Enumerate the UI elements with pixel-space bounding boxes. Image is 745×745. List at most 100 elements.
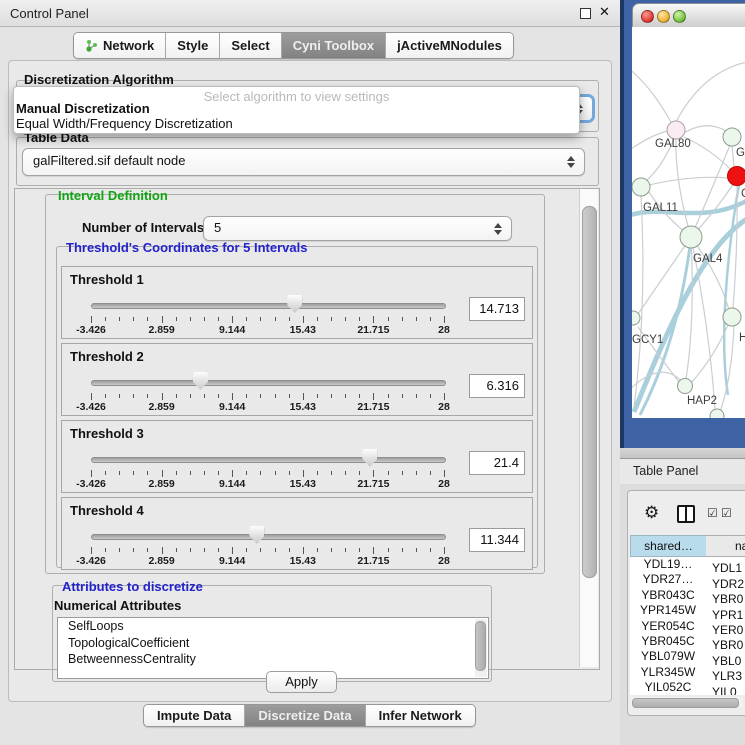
slider-tick-label: 21.715 (348, 324, 398, 336)
algorithm-option-manual[interactable]: Manual Discretization (16, 101, 150, 116)
apply-button[interactable]: Apply (266, 671, 337, 693)
threshold-row-4: Threshold 4-3.4262.8599.14415.4321.71528… (61, 497, 533, 570)
slider-tick (345, 317, 346, 321)
slider-thumb[interactable] (362, 449, 377, 467)
slider-tick-label: 15.43 (278, 478, 328, 490)
slider-tick (204, 394, 205, 398)
slider-tick (388, 317, 389, 321)
threshold-value-field[interactable]: 6.316 (469, 374, 525, 398)
slider-tick (218, 394, 219, 398)
slider-tick (331, 471, 332, 475)
network-node-green[interactable] (680, 226, 702, 248)
table-row[interactable]: YPR145WYPR1 (630, 603, 745, 618)
attribute-item-topologicalcoefficient[interactable]: TopologicalCoefficient (58, 635, 488, 652)
slider-tick (444, 316, 445, 323)
slider-tick (232, 316, 233, 323)
slider-track[interactable] (91, 380, 446, 386)
slider-track[interactable] (91, 457, 446, 463)
slider-tick-label: 2.859 (137, 401, 187, 413)
mac-zoom-icon[interactable] (673, 10, 686, 23)
tab-jactivemnodules[interactable]: jActiveMNodules (386, 33, 513, 58)
tab-select[interactable]: Select (220, 33, 281, 58)
tab-style[interactable]: Style (166, 33, 220, 58)
network-node-green[interactable] (723, 128, 741, 146)
slider-tick (303, 470, 304, 477)
tab-label: Cyni Toolbox (293, 38, 374, 53)
table-row[interactable]: YIL052CYIL0 (630, 680, 745, 695)
table-hscrollbar[interactable] (630, 697, 743, 707)
attributes-scrollbar[interactable] (475, 619, 487, 677)
slider-tick (317, 394, 318, 398)
slider-tick (331, 394, 332, 398)
tab-impute-data[interactable]: Impute Data (144, 705, 245, 726)
split-columns-icon[interactable] (677, 505, 695, 523)
column-header-name[interactable]: na (706, 535, 745, 557)
slider-tick (147, 317, 148, 321)
close-icon[interactable]: ✕ (599, 4, 610, 20)
slider-tick (275, 317, 276, 321)
tab-label: Impute Data (157, 708, 231, 723)
slider-tick (444, 470, 445, 477)
threshold-value-field[interactable]: 21.4 (469, 451, 525, 475)
mac-close-icon[interactable] (641, 10, 654, 23)
network-node-green[interactable] (710, 409, 724, 418)
network-graph: GAL80GACGAL11GAL4GCY1HHAP2 (632, 27, 745, 418)
table-row[interactable]: YDL19…YDL1 (630, 557, 745, 572)
network-view-canvas[interactable]: GAL80GACGAL11GAL4GCY1HHAP2 (632, 27, 745, 418)
network-node-green[interactable] (723, 308, 741, 326)
table-row[interactable]: YDR27…YDR2 (630, 572, 745, 587)
attribute-item-selfloops[interactable]: SelfLoops (58, 618, 488, 635)
network-window-titlebar[interactable] (632, 3, 745, 29)
panel-separator[interactable] (620, 448, 745, 458)
slider-tick-label: 21.715 (348, 401, 398, 413)
table-hscrollbar-thumb[interactable] (632, 698, 739, 708)
column-header-shared[interactable]: shared… (630, 535, 707, 557)
attribute-item-betweennesscentrality[interactable]: BetweennessCentrality (58, 651, 488, 668)
number-of-intervals-combo[interactable]: 5 (203, 216, 512, 241)
slider-track[interactable] (91, 303, 446, 309)
gear-icon[interactable]: ⚙ (644, 503, 659, 523)
float-window-icon[interactable] (580, 8, 591, 19)
table-row[interactable]: YBL079WYBL0 (630, 649, 745, 664)
table-row[interactable]: YLR345WYLR3 (630, 665, 745, 680)
slider-thumb[interactable] (249, 526, 264, 544)
network-node-green[interactable] (678, 379, 693, 394)
checkbox-icon[interactable]: ☑ (721, 506, 732, 520)
slider-tick (119, 317, 120, 321)
slider-tick (430, 471, 431, 475)
network-node-green[interactable] (632, 178, 650, 196)
attributes-scrollbar-thumb[interactable] (475, 621, 486, 671)
tab-network[interactable]: Network (74, 33, 166, 58)
threshold-value-field[interactable]: 14.713 (469, 297, 525, 321)
slider-tick (147, 471, 148, 475)
table-data-combo[interactable]: galFiltered.sif default node (22, 148, 585, 176)
network-node-red[interactable] (728, 167, 745, 186)
table-row[interactable]: YBR045CYBR0 (630, 634, 745, 649)
slider-tick-label: 9.144 (207, 324, 257, 336)
slider-tick (388, 548, 389, 552)
algorithm-option-equal-width[interactable]: Equal Width/Frequency Discretization (16, 116, 233, 131)
tab-infer-network[interactable]: Infer Network (366, 705, 475, 726)
slider-tick (218, 548, 219, 552)
mac-minimize-icon[interactable] (657, 10, 670, 23)
slider-thumb[interactable] (193, 372, 208, 390)
slider-tick (275, 394, 276, 398)
slider-tick (260, 471, 261, 475)
tab-cyni-toolbox[interactable]: Cyni Toolbox (282, 33, 386, 58)
slider-tick-label: 21.715 (348, 555, 398, 567)
table-panel-title: Table Panel (633, 464, 698, 478)
settings-scrollbar-thumb[interactable] (582, 206, 597, 578)
tab-discretize-data[interactable]: Discretize Data (245, 705, 365, 726)
slider-tick (260, 394, 261, 398)
network-node-label: GCY1 (632, 334, 663, 346)
table-row[interactable]: YBR043CYBR0 (630, 588, 745, 603)
slider-thumb[interactable] (287, 295, 302, 313)
slider-track[interactable] (91, 534, 446, 540)
slider-tick-label: -3.426 (66, 555, 116, 567)
numerical-attributes-label: Numerical Attributes (54, 598, 181, 613)
numerical-attributes-list[interactable]: SelfLoopsTopologicalCoefficientBetweenne… (57, 617, 489, 679)
threshold-value-field[interactable]: 11.344 (469, 528, 525, 552)
network-node-pink[interactable] (667, 121, 685, 139)
table-row[interactable]: YER054CYER0 (630, 619, 745, 634)
checkbox-icon[interactable]: ☑ (707, 506, 718, 520)
